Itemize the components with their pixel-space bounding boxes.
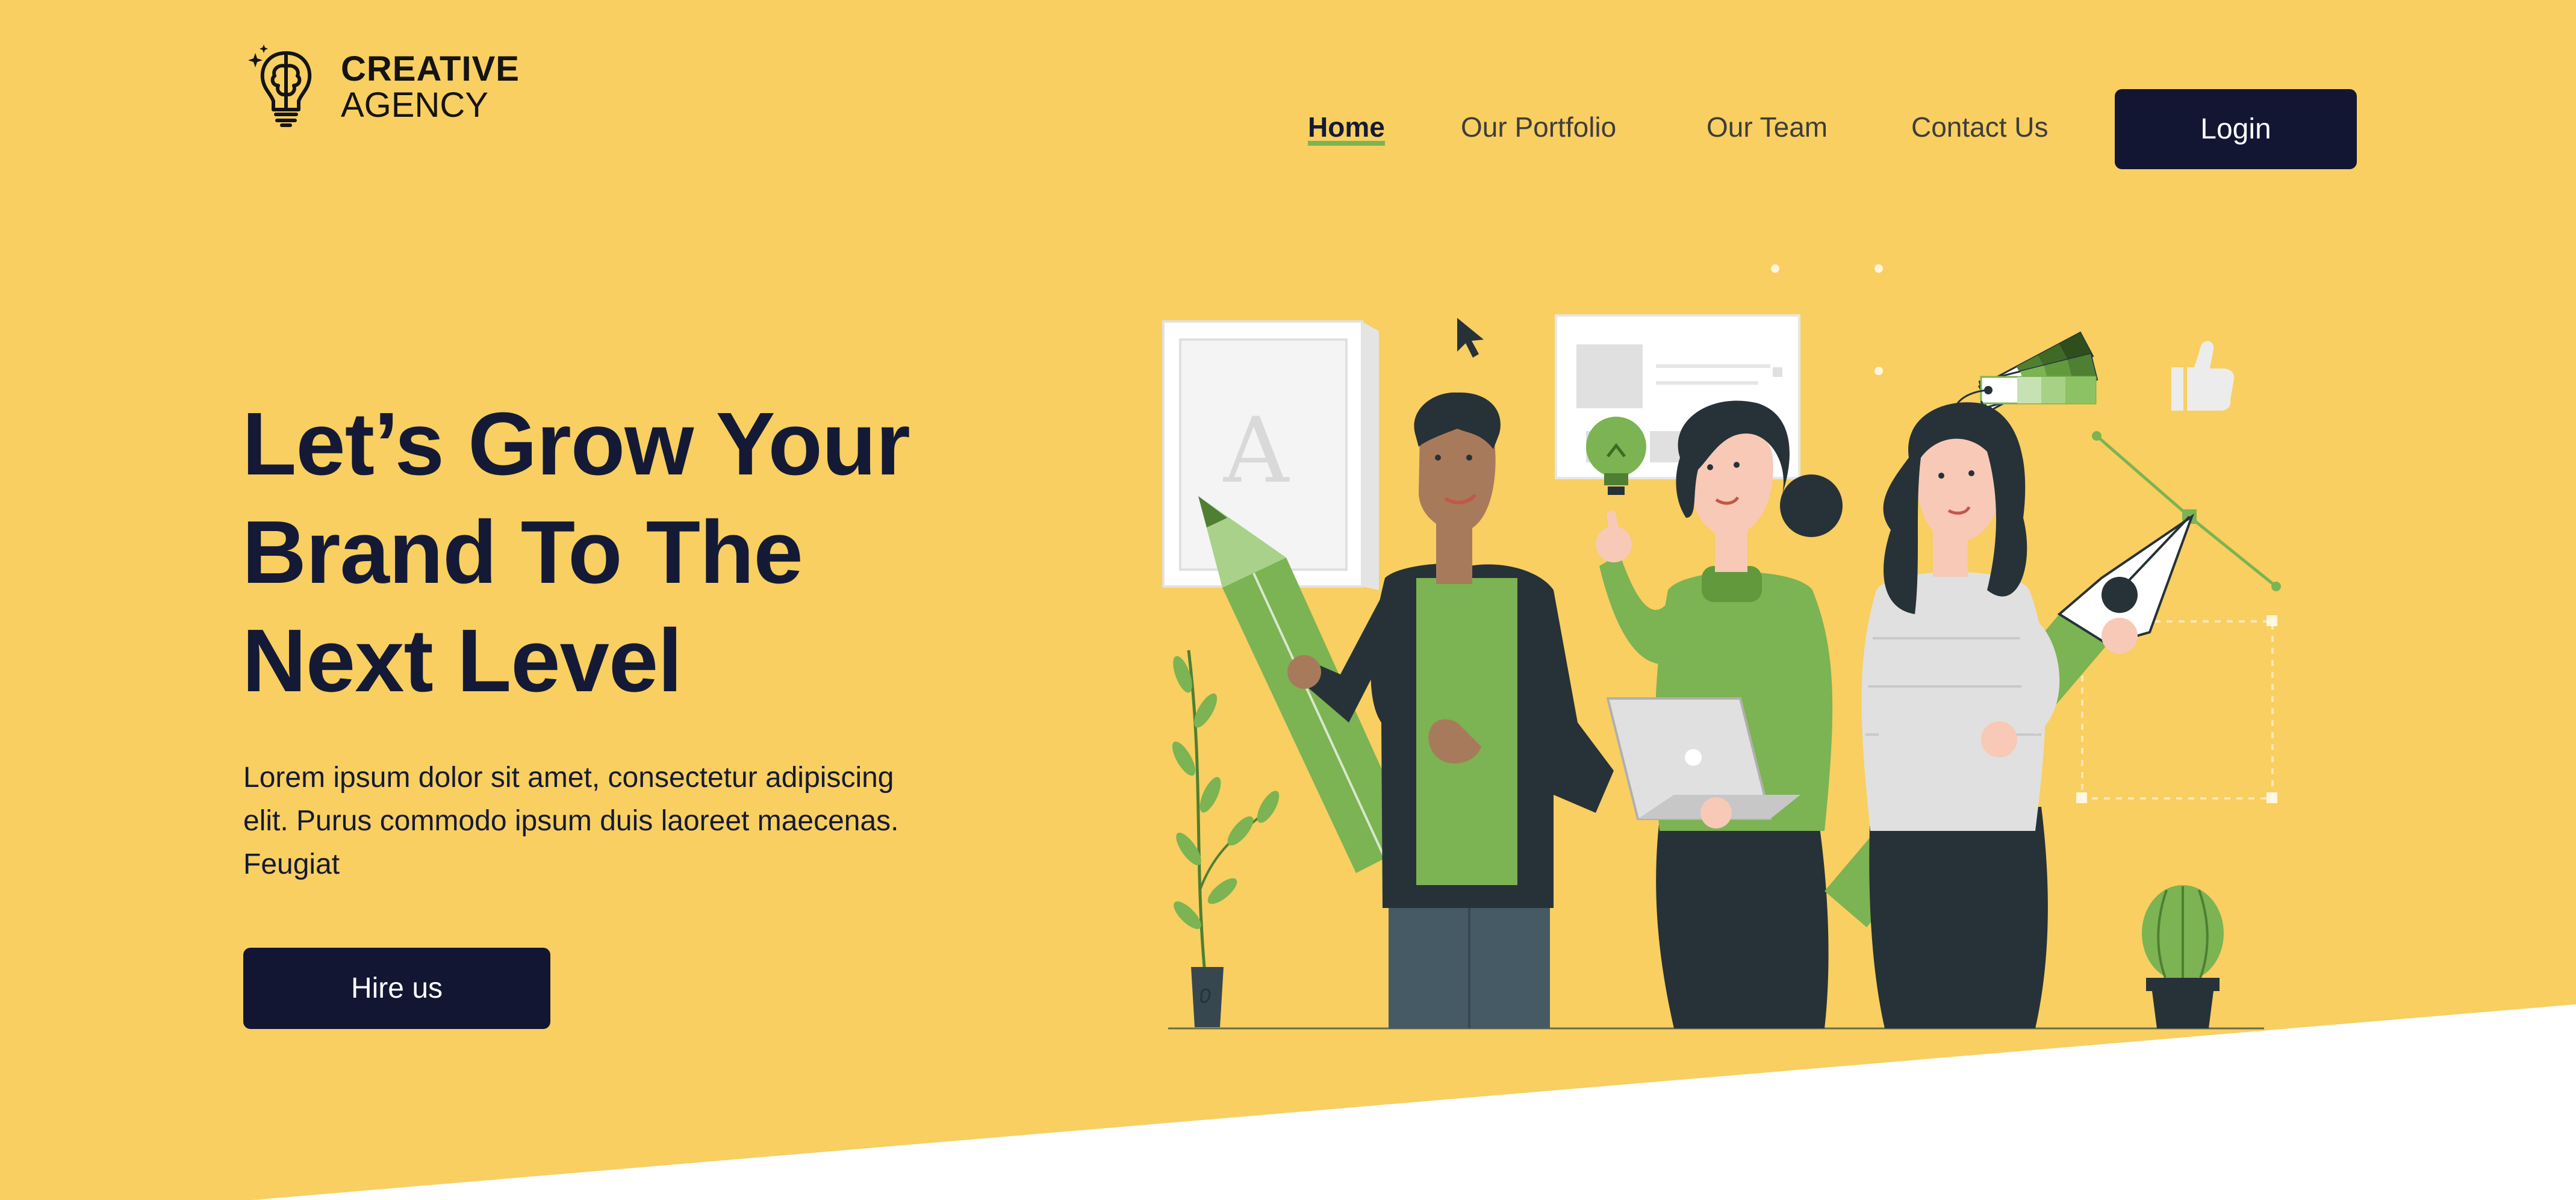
potted-plant-icon <box>1172 650 1280 1027</box>
brain-lightbulb-icon <box>248 45 312 127</box>
nav-portfolio-link[interactable]: Our Portfolio <box>1461 111 1616 143</box>
nav-team-link[interactable]: Our Team <box>1706 111 1828 143</box>
thumbs-up-icon <box>2171 341 2235 411</box>
brand-logo[interactable]: CREATIVE AGENCY <box>247 42 520 132</box>
frame-letter: A <box>1223 399 1290 503</box>
brand-name: CREATIVE AGENCY <box>341 52 520 123</box>
cursor-icon <box>1457 318 1484 358</box>
woman-with-pen-figure <box>1861 402 2138 1028</box>
hire-us-button[interactable]: Hire us <box>243 948 550 1029</box>
woman-with-laptop-figure <box>1596 400 1843 1028</box>
nav-active-underline <box>1308 141 1385 146</box>
brand-name-line1: CREATIVE <box>341 49 520 89</box>
nav-home-link[interactable]: Home <box>1308 111 1385 143</box>
cactus-icon <box>2142 885 2224 1028</box>
hero-headline: Let’s Grow Your Brand To The Next Level <box>242 394 910 710</box>
lightbulb-icon <box>1586 417 1646 495</box>
brand-name-line2: AGENCY <box>341 85 488 125</box>
login-button[interactable]: Login <box>2115 89 2357 169</box>
team-illustration: A <box>1162 264 2281 1030</box>
hero-description: Lorem ipsum dolor sit amet, consectetur … <box>243 762 899 880</box>
nav-contact-link[interactable]: Contact Us <box>1911 111 2049 143</box>
